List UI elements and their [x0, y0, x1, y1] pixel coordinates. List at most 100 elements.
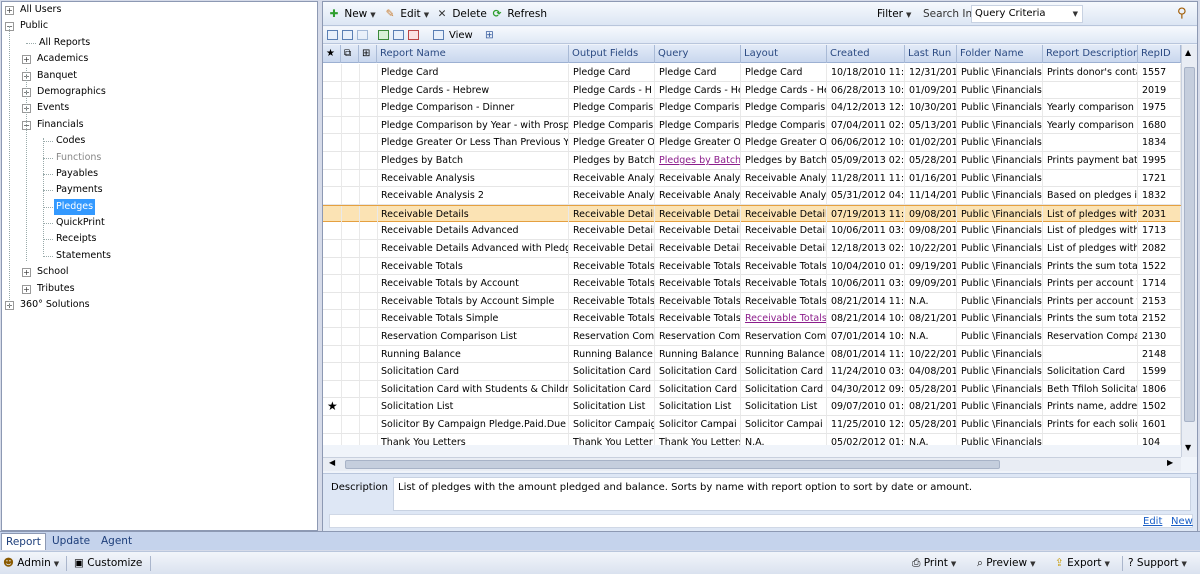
tree-node-label[interactable]: Codes — [54, 133, 87, 149]
tree-node-label[interactable]: Tributes — [35, 281, 77, 297]
column-header-name[interactable]: Report Name — [377, 45, 569, 63]
table-row[interactable]: Receivable Totals by Account Receivable T… — [323, 275, 1181, 293]
tree-node[interactable]: + Events — [2, 100, 317, 116]
expand-icon[interactable]: + — [22, 284, 31, 294]
tree-node-label[interactable]: Statements — [54, 248, 113, 264]
table-row[interactable]: Receivable Details Advanced Receivable De… — [323, 222, 1181, 240]
table-row[interactable]: Receivable Totals Receivable Totals Receiv… — [323, 257, 1181, 276]
tree-node[interactable]: Codes — [2, 133, 317, 149]
horizontal-scrollbar[interactable]: ◀ ▶ — [323, 457, 1181, 471]
table-row[interactable]: Thank You Letters Thank You Letter Thank Y… — [323, 433, 1181, 445]
new-link[interactable]: New — [1171, 516, 1193, 527]
description-text[interactable]: List of pledges with the amount pledged … — [393, 477, 1191, 511]
chevron-down-icon[interactable]: ▼ — [424, 6, 429, 24]
tree-node-label[interactable]: Functions — [54, 150, 103, 166]
tree-node-label[interactable]: Academics — [35, 51, 90, 67]
table-row[interactable]: Receivable Totals by Account Simple Recei… — [323, 292, 1181, 311]
tree-node[interactable]: Receipts — [2, 231, 317, 247]
tree-node-label[interactable]: Financials — [35, 117, 86, 133]
tree-node-label[interactable]: Receipts — [54, 231, 98, 247]
table-row[interactable]: Pledge Comparison - Dinner Pledge Compari… — [323, 99, 1181, 117]
vertical-scroll-thumb[interactable] — [1184, 67, 1195, 422]
copy-column-icon[interactable]: ⧉ — [341, 45, 359, 63]
view-button[interactable]: View — [449, 27, 473, 45]
cell-layout[interactable]: Receivable Totals — [741, 310, 827, 328]
table-row[interactable]: Receivable Analysis 2 Receivable Analy Rec… — [323, 187, 1181, 205]
tree-node-label[interactable]: Banquet — [35, 68, 79, 84]
scroll-left-icon[interactable]: ◀ — [329, 458, 335, 467]
column-header-desc[interactable]: Report Description — [1043, 45, 1138, 63]
scroll-down-icon[interactable]: ▼ — [1185, 443, 1191, 452]
tree-node-label[interactable]: Public — [18, 18, 50, 34]
table-row[interactable]: Pledge Cards - Hebrew Pledge Cards - H Ple… — [323, 81, 1181, 100]
table-row[interactable]: Solicitation Card with Students & Childr… — [323, 380, 1181, 399]
type-column-icon[interactable]: ⊞ — [359, 45, 377, 63]
tree-node-label[interactable]: Payables — [54, 166, 100, 182]
table-row[interactable]: Receivable Details Advanced with Pledge R… — [323, 240, 1181, 258]
favorite-column-icon[interactable]: ★ — [323, 45, 341, 63]
support-button[interactable]: ? Support ▼ — [1128, 555, 1187, 572]
scroll-right-icon[interactable]: ▶ — [1167, 458, 1173, 467]
reports-grid[interactable]: ★ ⧉ ⊞ Report Name Output Fields Query Layout Cr… — [323, 45, 1181, 445]
tree-node-label[interactable]: Demographics — [35, 84, 108, 100]
grid-view-icon[interactable] — [327, 30, 338, 40]
tree-node-label[interactable]: School — [35, 264, 71, 280]
tree-node[interactable]: Statements — [2, 248, 317, 264]
table-row[interactable]: Pledge Card Pledge Card Pledge Card Pledge … — [323, 64, 1181, 82]
search-icon[interactable]: ⚲ — [1177, 5, 1187, 23]
tree-node[interactable]: + Demographics — [2, 84, 317, 100]
tree-node[interactable]: + School — [2, 264, 317, 280]
tree-node-label[interactable]: QuickPrint — [54, 215, 107, 231]
column-header-layout[interactable]: Layout — [741, 45, 827, 63]
tree-node[interactable]: − Public — [2, 18, 317, 34]
table-row[interactable]: Receivable Totals Simple Receivable Total… — [323, 310, 1181, 328]
expand-icon[interactable]: + — [22, 268, 31, 278]
tree-node-label[interactable]: Pledges — [54, 198, 96, 216]
print-button[interactable]: ⎙ Print ▼ — [912, 555, 956, 572]
tree-node[interactable]: + Academics — [2, 51, 317, 67]
tree-node[interactable]: All Reports — [2, 35, 317, 51]
expand-icon[interactable]: + — [5, 6, 14, 15]
refresh-button[interactable]: ⟳ Refresh — [490, 5, 547, 23]
layout-icon[interactable] — [342, 30, 353, 40]
table-row[interactable]: Solicitation Card Solicitation Card Solici… — [323, 363, 1181, 381]
pin-icon[interactable]: ⊞ — [485, 26, 494, 44]
column-header-lastrun[interactable]: Last Run — [905, 45, 957, 63]
table-row[interactable]: Reservation Comparison List Reservation C… — [323, 328, 1181, 346]
scroll-up-icon[interactable]: ▲ — [1185, 48, 1191, 57]
search-in-select[interactable]: Query Criteria ▼ — [971, 5, 1083, 23]
column-header-id[interactable]: RepID — [1138, 45, 1181, 63]
tree-node[interactable]: + Tributes — [2, 281, 317, 297]
tree-node[interactable]: Payments — [2, 182, 317, 198]
vertical-scrollbar[interactable]: ▲ ▼ — [1181, 45, 1197, 457]
export-icon[interactable] — [408, 30, 419, 40]
folder-tree[interactable]: + All Users − Public All Reports + Academics + B… — [1, 1, 318, 531]
filter-button[interactable]: Filter ▼ — [877, 5, 911, 23]
tree-node-label[interactable]: All Reports — [37, 35, 92, 51]
tree-node[interactable]: Functions — [2, 150, 317, 166]
admin-button[interactable]: ☻ Admin ▼ — [3, 555, 59, 572]
edit-button[interactable]: ✎ Edit ▼ — [383, 5, 429, 23]
tree-node[interactable]: Payables — [2, 166, 317, 182]
table-row[interactable]: Pledge Greater Or Less Than Previous Yea… — [323, 134, 1181, 152]
column-header-output[interactable]: Output Fields — [569, 45, 655, 63]
tree-node[interactable]: Pledges — [2, 198, 317, 216]
excel-icon[interactable] — [378, 30, 389, 40]
chevron-down-icon[interactable]: ▼ — [370, 6, 375, 24]
tree-node-label[interactable]: Payments — [54, 182, 105, 198]
table-row[interactable]: Receivable Details Receivable Detail Recei… — [323, 204, 1181, 223]
column-header-query[interactable]: Query — [655, 45, 741, 63]
expand-icon[interactable]: + — [22, 55, 31, 65]
columns-icon[interactable] — [357, 30, 368, 40]
export-button[interactable]: ⇪ Export ▼ — [1055, 555, 1110, 572]
column-header-created[interactable]: Created — [827, 45, 905, 63]
customize-button[interactable]: ▣ Customize — [74, 555, 142, 572]
tree-node-label[interactable]: 360° Solutions — [18, 297, 92, 313]
edit-link[interactable]: Edit — [1143, 516, 1162, 527]
tree-node[interactable]: − Financials — [2, 117, 317, 133]
tab-update[interactable]: Update — [48, 533, 94, 550]
tab-agent[interactable]: Agent — [97, 533, 136, 550]
view-icon[interactable] — [433, 30, 444, 40]
tree-node[interactable]: + All Users — [2, 2, 317, 18]
tree-node-label[interactable]: Events — [35, 100, 71, 116]
